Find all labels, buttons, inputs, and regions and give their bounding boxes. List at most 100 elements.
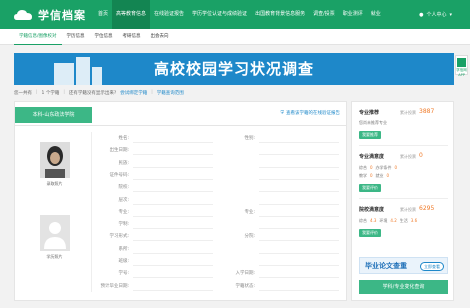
field-value-left: [133, 166, 213, 168]
chevron-down-icon: ▾: [449, 11, 452, 18]
field-value-left: [133, 178, 213, 180]
recommend-count: 3887: [419, 108, 435, 115]
banner-title: 高校校园学习状况调查: [153, 60, 314, 78]
field-value-right: [259, 265, 339, 266]
degree-photo: 学历照片: [32, 215, 77, 260]
enrollment-count: 1 个学籍: [41, 90, 60, 96]
major-recommend-heading: 专业推荐: [359, 110, 380, 116]
bind-enrollment-link[interactable]: 尝试绑定学籍: [120, 90, 147, 96]
field-value-left: [133, 265, 213, 266]
field-value-right: [259, 277, 339, 279]
nav-item-higher-ed[interactable]: 高等教育信息: [112, 0, 151, 29]
subnav-item-degree[interactable]: 学位信息: [90, 29, 118, 45]
thesis-check-button[interactable]: 立即查看: [420, 262, 444, 271]
subnav-item-postgrad[interactable]: 考研信息: [118, 29, 146, 45]
subnav-item-degree-record[interactable]: 学历信息: [62, 29, 90, 45]
field-value-left: [133, 252, 213, 254]
vote-count-label: 累计投票: [400, 207, 416, 212]
thesis-check-ad[interactable]: 毕业论文查重 立即查看: [359, 257, 448, 274]
field-label-left: 姓名:: [118, 136, 129, 141]
field-value-left: [133, 142, 213, 143]
sidebar: 专业推荐 累计投票 3887 您尚未推荐专业 我要推荐 专业满意度 累计投票 0…: [351, 101, 454, 301]
photo-divider: [91, 132, 92, 292]
degree-photo-caption: 学历照片: [46, 254, 63, 259]
degree-photo-placeholder: [39, 215, 70, 251]
app-qr-label: 学信网APP: [456, 68, 467, 77]
enrollment-tabs: 本科-山东政法学院 ⛨ 查看该学籍的在线验证报告: [15, 102, 346, 126]
user-menu[interactable]: ● 个人中心 ▾: [419, 0, 452, 29]
rate-major-button[interactable]: 我要评价: [359, 184, 381, 192]
nav-item-survey[interactable]: 调查/投票: [309, 0, 339, 29]
field-label-left: 学号:: [118, 271, 129, 277]
nav-item-career-test[interactable]: 职业测评: [339, 0, 367, 29]
recommend-button[interactable]: 我要推荐: [359, 131, 381, 139]
admission-photo: 录取照片: [32, 142, 77, 187]
field-value-right: [259, 252, 339, 254]
field-label-right: 专业:: [244, 209, 255, 215]
top-nav: 学信档案 首页 高等教育信息 在线验证报告 学历学位认证与成绩验证 出国教育背景…: [0, 0, 470, 29]
field-label-right: 分院:: [244, 234, 255, 240]
app-title: 学信档案: [38, 8, 86, 22]
nav-item-certification[interactable]: 学历学位认证与成绩验证: [188, 0, 251, 29]
school-satisfaction-row: 综合 4.3 环境 4.2 生活 3.6: [359, 218, 418, 223]
field-label-right: 学籍状态:: [235, 283, 255, 289]
field-value-left: [133, 215, 213, 217]
app-qr-badge[interactable]: 学信网APP: [455, 55, 468, 77]
verify-report-link[interactable]: ⛨ 查看该学籍的在线验证报告: [281, 110, 340, 116]
field-label-left: 证件号码:: [109, 172, 129, 178]
field-value-right: [259, 142, 339, 143]
field-value-right: [259, 215, 339, 217]
school-satisfaction-heading: 院校满意度: [359, 207, 385, 213]
field-label-left: 学制:: [118, 222, 129, 228]
cloud-logo-icon: [14, 9, 32, 20]
nav-item-online-report[interactable]: 在线验证报告: [150, 0, 188, 29]
nav-item-home[interactable]: 首页: [94, 0, 112, 29]
user-icon: ●: [419, 11, 424, 18]
field-value-right: [259, 154, 339, 156]
field-label-left: 层次:: [118, 197, 129, 203]
rate-school-button[interactable]: 我要评价: [359, 229, 381, 237]
field-label-left: 系所:: [118, 246, 129, 252]
shield-icon: ⛨: [280, 111, 284, 116]
query-scope-link[interactable]: 学籍查询范围: [157, 90, 184, 96]
qr-icon: [457, 58, 466, 67]
major-satisfaction-row: 教学 0 就业 0: [359, 173, 390, 178]
nav-item-employment[interactable]: 就业: [367, 0, 385, 29]
field-value-right: [259, 289, 339, 291]
major-satisfaction-row: 综合 0 办学条件 0: [359, 165, 398, 170]
field-value-left: [133, 203, 213, 205]
field-label-left: 学习形式:: [109, 234, 129, 240]
vote-count-label: 累计投票: [400, 110, 416, 115]
major-change-query-button[interactable]: 学科/专业变化查询: [359, 280, 448, 294]
field-label-left: 预计毕业日期:: [100, 283, 129, 289]
no-recommend-text: 您尚未推荐专业: [359, 120, 387, 125]
verify-report-label: 查看该学籍的在线验证报告: [286, 111, 340, 116]
field-label-left: 班级:: [118, 259, 129, 264]
thesis-check-title: 毕业论文查重: [365, 262, 407, 270]
field-value-left: [133, 277, 213, 279]
subnav-item-destination[interactable]: 出会去向: [146, 29, 174, 45]
field-value-left: [133, 289, 213, 291]
tab-enrollment[interactable]: 本科-山东政法学院: [15, 107, 92, 123]
field-value-right: [259, 240, 339, 242]
subnav-item-enrollment[interactable]: 学籍信息/图像校对: [14, 29, 62, 45]
enrollment-panel: 本科-山东政法学院 ⛨ 查看该学籍的在线验证报告 录取照片 学历照片 姓名: 性别…: [14, 101, 347, 301]
field-label-left: 民族:: [118, 160, 129, 166]
field-value-left: [133, 228, 213, 230]
field-value-right: [259, 191, 339, 193]
survey-banner[interactable]: 高校校园学习状况调查: [14, 53, 454, 85]
school-satisfaction-count: 6295: [419, 205, 435, 212]
enrollment-summary: 您一共有 | 1 个学籍 | 还有学籍没有显示出来? 尝试绑定学籍 | 学籍查询…: [14, 90, 184, 96]
field-value-right: [259, 166, 339, 168]
field-label-left: 出生日期:: [109, 148, 129, 154]
major-satisfaction-heading: 专业满意度: [359, 154, 385, 160]
field-value-left: [133, 240, 213, 242]
field-value-left: [133, 154, 213, 156]
field-label-left: 专业:: [118, 209, 129, 215]
field-label-right: 入学日期:: [235, 271, 255, 277]
logo[interactable]: 学信档案: [14, 7, 94, 23]
nav-item-abroad[interactable]: 出国教育背景信息服务: [251, 0, 309, 29]
field-value-right: [259, 203, 339, 205]
vote-count-label: 累计投票: [400, 154, 416, 159]
field-value-right: [259, 178, 339, 180]
